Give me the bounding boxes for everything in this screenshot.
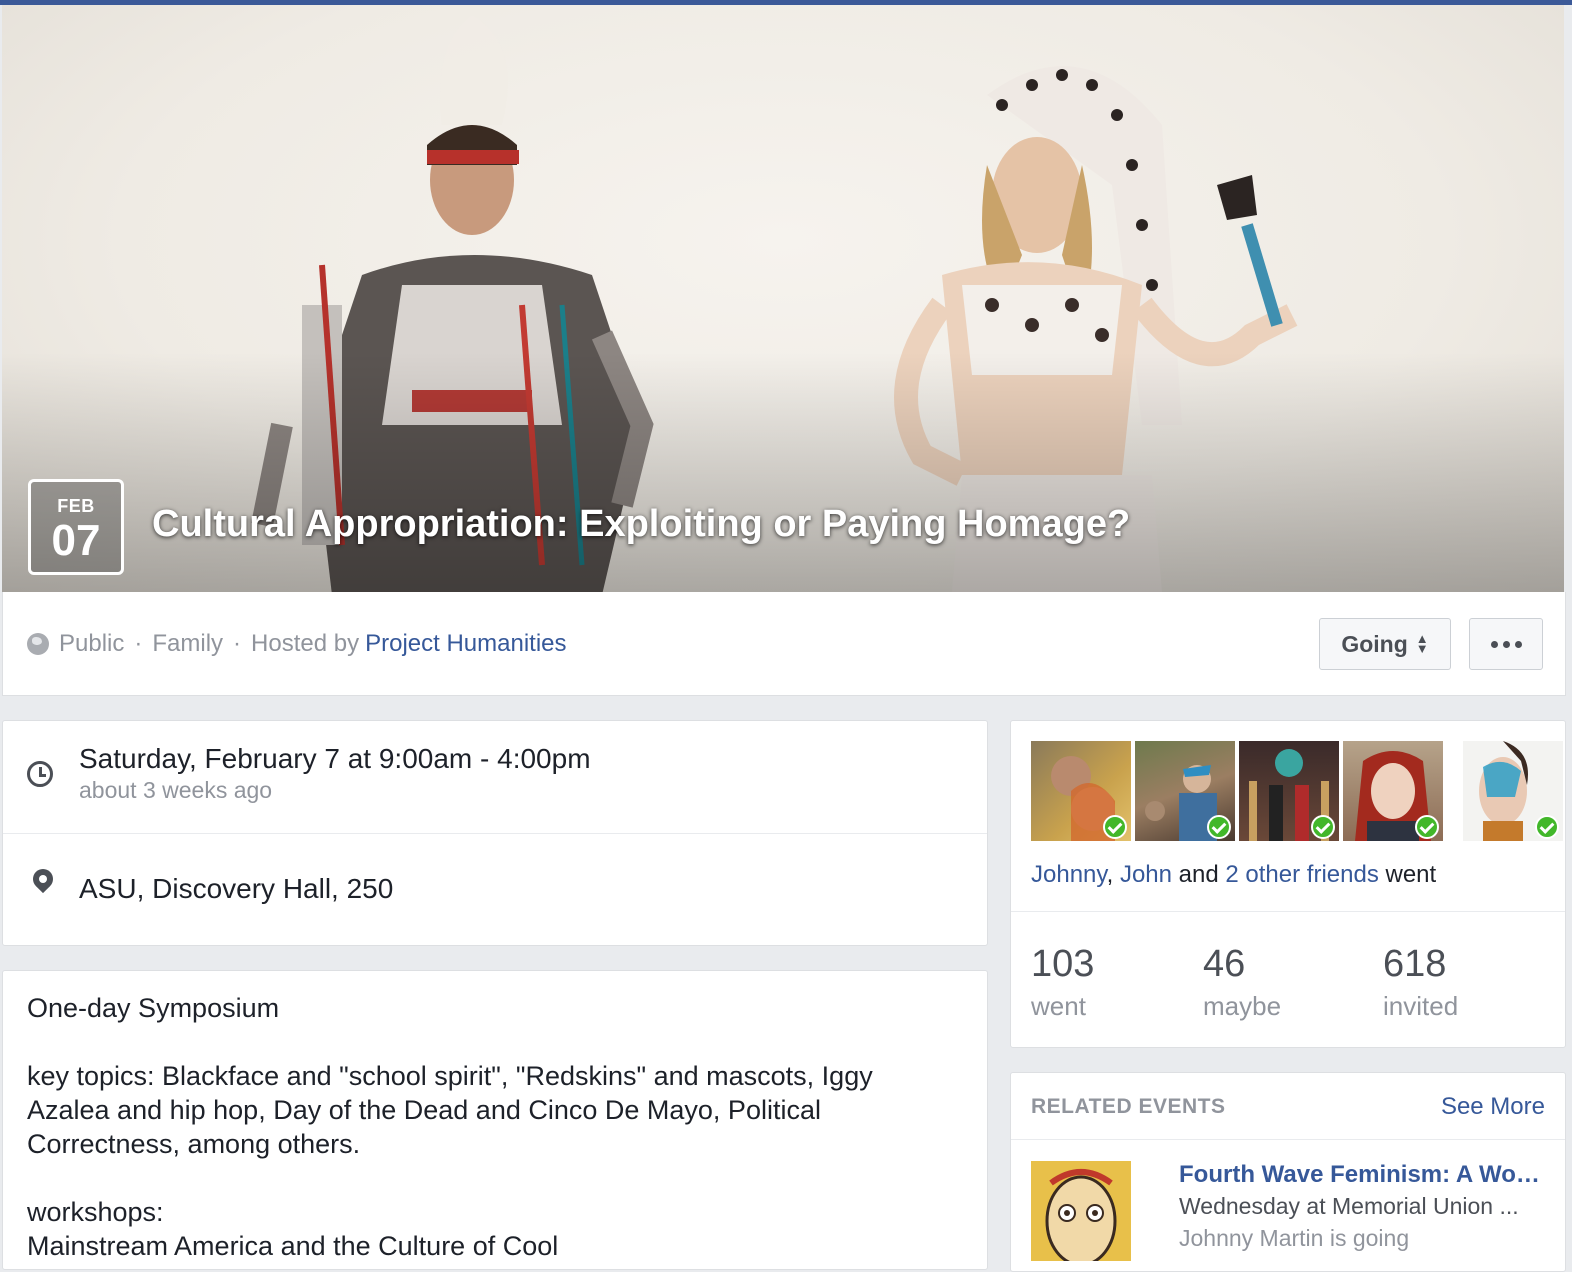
related-event-title[interactable]: Fourth Wave Feminism: A Workshop <box>1179 1161 1549 1189</box>
event-location[interactable]: ASU, Discovery Hall, 250 <box>79 873 393 905</box>
stat-number: 103 <box>1031 943 1095 985</box>
dot-icon <box>1514 640 1522 648</box>
avatar[interactable] <box>1135 741 1235 841</box>
event-description: One-day Symposium key topics: Blackface … <box>27 991 927 1263</box>
stat-maybe[interactable]: 46 maybe <box>1203 941 1281 1022</box>
clock-icon <box>27 761 53 787</box>
event-info-bar: Public · Family · Hosted by Project Huma… <box>2 592 1566 696</box>
cover-gradient <box>2 352 1564 592</box>
other-friends-link[interactable]: 2 other friends <box>1225 861 1378 888</box>
stat-number: 46 <box>1203 943 1246 985</box>
check-icon <box>1103 815 1127 839</box>
friend-link[interactable]: John <box>1120 861 1172 888</box>
description-line: Mainstream America and the Culture of Co… <box>27 1231 559 1261</box>
stat-label: invited <box>1383 991 1459 1021</box>
friends-went-summary: Johnny, John and 2 other friends went <box>1031 861 1436 889</box>
going-button[interactable]: Going ▲ ▼ <box>1319 618 1451 670</box>
hosted-by-label: Hosted by <box>251 630 360 657</box>
divider <box>1011 911 1565 912</box>
see-more-link[interactable]: See More <box>1441 1093 1545 1121</box>
globe-icon <box>27 633 49 655</box>
check-icon <box>1535 815 1559 839</box>
event-month: FEB <box>57 496 95 516</box>
privacy-label: Public <box>59 630 125 657</box>
event-day: 07 <box>51 516 101 565</box>
event-date-badge: FEB 07 <box>28 479 124 575</box>
event-datetime[interactable]: Saturday, February 7 at 9:00am - 4:00pm <box>79 743 591 775</box>
dot-icon <box>1490 640 1498 648</box>
avatar[interactable] <box>1239 741 1339 841</box>
time-row: Saturday, February 7 at 9:00am - 4:00pm … <box>3 721 987 834</box>
check-icon <box>1415 815 1439 839</box>
stat-label: maybe <box>1203 991 1282 1021</box>
host-link[interactable]: Project Humanities <box>365 630 566 658</box>
friend-link[interactable]: Johnny <box>1031 861 1107 888</box>
went-label: went <box>1385 861 1437 888</box>
event-title: Cultural Appropriation: Exploiting or Pa… <box>152 503 1131 545</box>
stat-label: went <box>1031 991 1086 1021</box>
dot-icon <box>1502 640 1510 648</box>
related-events-card: RELATED EVENTS See More Fourth Wave Femi… <box>1010 1072 1566 1272</box>
more-options-button[interactable] <box>1469 618 1543 670</box>
check-icon <box>1311 815 1335 839</box>
friend-avatars <box>1031 741 1563 843</box>
related-event-thumbnail[interactable] <box>1031 1161 1131 1261</box>
event-relative-time: about 3 weeks ago <box>79 777 273 803</box>
and-label: and <box>1178 861 1219 888</box>
guests-card: Johnny, John and 2 other friends went 10… <box>1010 720 1566 1048</box>
related-event-friends: Johnny Martin is going <box>1179 1225 1410 1251</box>
avatar[interactable] <box>1343 741 1443 841</box>
updown-caret-icon: ▲ ▼ <box>1415 631 1429 656</box>
location-pin-icon <box>28 864 58 894</box>
avatar[interactable] <box>1031 741 1131 841</box>
related-event-image <box>1031 1161 1131 1261</box>
event-cover-photo[interactable]: FEB 07 Cultural Appropriation: Exploitin… <box>2 5 1564 592</box>
description-line: workshops: <box>27 1197 164 1227</box>
going-label: Going <box>1341 630 1408 657</box>
meta-separator: · <box>134 630 143 657</box>
stat-number: 618 <box>1383 943 1447 985</box>
comma: , <box>1106 861 1114 888</box>
description-line: key topics: Blackface and "school spirit… <box>27 1061 873 1159</box>
related-events-heading: RELATED EVENTS <box>1031 1095 1226 1118</box>
stat-invited[interactable]: 618 invited <box>1383 941 1458 1022</box>
related-event-when: Wednesday at Memorial Union ... <box>1179 1193 1519 1219</box>
check-icon <box>1207 815 1231 839</box>
description-line: One-day Symposium <box>27 993 280 1023</box>
event-description-card: One-day Symposium key topics: Blackface … <box>2 970 988 1270</box>
event-meta: Public · Family · Hosted by Project Huma… <box>27 630 567 658</box>
avatar[interactable] <box>1463 741 1563 841</box>
meta-separator: · <box>233 630 242 657</box>
event-details-card: Saturday, February 7 at 9:00am - 4:00pm … <box>2 720 988 946</box>
divider <box>1011 1139 1565 1140</box>
category-label: Family <box>152 630 224 657</box>
stat-went[interactable]: 103 went <box>1031 941 1094 1022</box>
